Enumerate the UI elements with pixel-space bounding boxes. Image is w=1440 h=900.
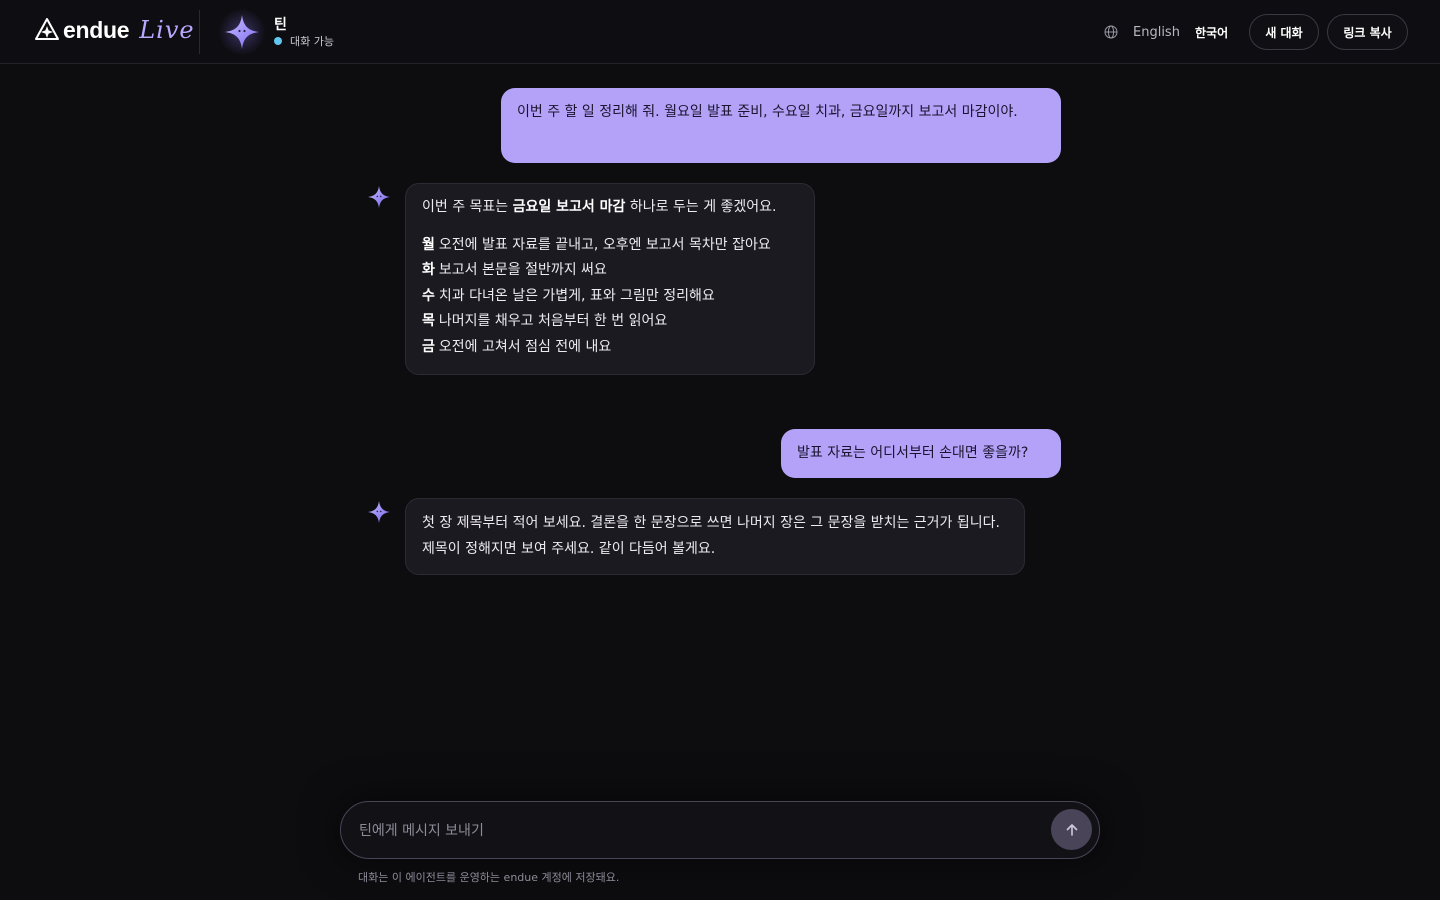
plan-line-friday: 금 오전에 고쳐서 점심 전에 내요 — [422, 338, 612, 355]
user-message: 발표 자료는 어디서부터 손대면 좋을까? — [781, 429, 1061, 478]
top-bar: endue Live 틴 대화 가능 English 한국어 새 대화 링크 복… — [0, 0, 1440, 64]
send-button[interactable] — [1051, 809, 1092, 850]
user-message: 이번 주 할 일 정리해 줘. 월요일 발표 준비, 수요일 치과, 금요일까지… — [501, 88, 1061, 163]
agent-sparkle-icon — [225, 15, 259, 49]
agent-avatar — [218, 8, 266, 56]
message-composer — [340, 801, 1100, 859]
agent-name: 틴 — [274, 17, 287, 33]
language-english[interactable]: English — [1133, 22, 1180, 42]
endue-logo-icon — [35, 18, 59, 40]
brand-live-label: Live — [139, 16, 195, 44]
status-dot — [274, 37, 282, 45]
agent-message-intro: 이번 주 목표는 금요일 보고서 마감 하나로 두는 게 좋겠어요. — [422, 199, 777, 215]
globe-icon — [1104, 25, 1118, 39]
agent-sparkle-icon — [368, 501, 390, 523]
new-chat-button[interactable]: 새 대화 — [1249, 14, 1319, 50]
brand-name: endue — [63, 16, 130, 43]
plan-line-tuesday: 화 보고서 본문을 절반까지 써요 — [422, 262, 607, 278]
copy-link-button[interactable]: 링크 복사 — [1327, 14, 1408, 50]
plan-line-wednesday: 수 치과 다녀온 날은 가볍게, 표와 그림만 정리해요 — [422, 287, 715, 304]
header-divider — [199, 10, 200, 54]
arrow-up-icon — [1066, 823, 1077, 836]
agent-message: 이번 주 목표는 금요일 보고서 마감 하나로 두는 게 좋겠어요. 월 오전에 … — [405, 183, 815, 375]
message-input[interactable] — [359, 819, 1039, 843]
agent-status: 대화 가능 — [274, 33, 334, 49]
agent-message: 첫 장 제목부터 적어 보세요. 결론을 한 문장으로 쓰면 나머지 장은 그 … — [405, 498, 1025, 575]
language-korean[interactable]: 한국어 — [1195, 22, 1228, 42]
emphasis-text: 금요일 보고서 마감 — [512, 199, 626, 215]
plan-line-thursday: 목 나머지를 채우고 처음부터 한 번 읽어요 — [422, 313, 668, 329]
storage-notice: 대화는 이 에이전트를 운영하는 endue 계정에 저장돼요. — [358, 871, 620, 884]
status-text: 대화 가능 — [290, 35, 334, 48]
agent-sparkle-icon — [368, 186, 390, 208]
brand[interactable]: endue Live — [34, 14, 195, 46]
plan-line-monday: 월 오전에 발표 자료를 끝내고, 오후엔 보고서 목차만 잡아요 — [422, 236, 771, 253]
